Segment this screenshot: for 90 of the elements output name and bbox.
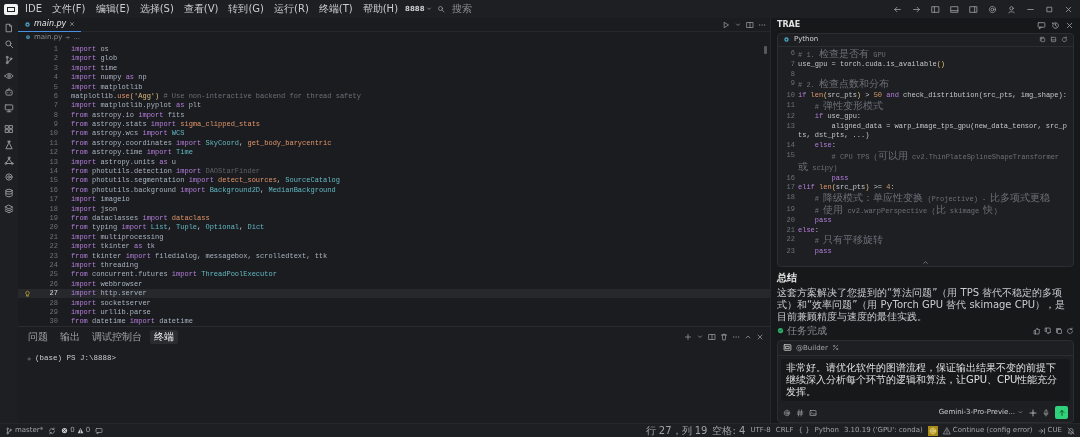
chat-icon[interactable] <box>95 426 104 435</box>
back-icon[interactable] <box>893 4 902 14</box>
menu-item[interactable]: 查看(V) <box>180 2 222 16</box>
warning-icon <box>76 427 84 434</box>
sidebar-toggle-icon[interactable] <box>931 4 940 14</box>
sync-icon[interactable] <box>48 426 57 435</box>
menu-item[interactable]: 编辑(E) <box>92 2 133 16</box>
summary-heading: 总结 <box>777 270 798 285</box>
add-terminal-icon[interactable] <box>684 333 692 342</box>
panel-tab[interactable]: 终端 <box>150 330 178 345</box>
close-icon <box>69 21 76 27</box>
app-label: IDE <box>24 2 43 16</box>
refresh-icon[interactable] <box>1066 326 1074 335</box>
extensions-icon[interactable] <box>4 124 14 134</box>
menu-item[interactable]: 转到(G) <box>225 2 268 16</box>
notifications-off-icon[interactable] <box>1067 426 1075 435</box>
check-icon <box>777 327 784 334</box>
arrow-icon <box>1037 426 1046 435</box>
task-status: 任务完成 <box>787 324 827 338</box>
hash-icon[interactable] <box>796 408 804 417</box>
layers-icon[interactable] <box>4 204 14 214</box>
run-icon[interactable] <box>722 20 730 29</box>
copy-icon[interactable] <box>1039 36 1046 44</box>
explorer-icon[interactable] <box>4 23 14 33</box>
image-icon[interactable] <box>809 408 817 417</box>
panel-tab[interactable]: 输出 <box>56 330 84 345</box>
file-tab[interactable]: main.py <box>18 17 82 32</box>
warning-icon <box>942 426 951 435</box>
error-icon <box>61 427 69 434</box>
close-icon[interactable] <box>756 333 764 342</box>
side-panel-icon[interactable] <box>969 4 978 14</box>
insert-icon[interactable] <box>1050 36 1057 44</box>
thumbs-down-icon[interactable] <box>1044 326 1052 335</box>
split-terminal-icon[interactable] <box>708 333 716 342</box>
ring-icon[interactable] <box>4 172 14 182</box>
status-dot-icon <box>26 355 32 362</box>
monitor-icon[interactable] <box>4 103 14 113</box>
menu-item[interactable]: 文件(F) <box>48 2 89 16</box>
arrow-up-icon <box>1057 408 1066 417</box>
summary-text: 这套方案解决了您提到的“算法问题”（用 TPS 替代不稳定的多项式）和“效率问题”（用 PyTorch GPU 替代 skimage CPU），是目前兼顾精度与速度的最佳实践。 <box>777 286 1067 323</box>
database-icon[interactable] <box>4 188 14 198</box>
send-button[interactable] <box>1055 406 1068 419</box>
status-item[interactable]: 空格: 4 <box>712 423 746 437</box>
caret-icon <box>424 5 433 13</box>
collapse-icon[interactable] <box>922 258 929 266</box>
forward-icon[interactable] <box>912 4 921 14</box>
close-icon[interactable] <box>1065 20 1074 30</box>
maximize-icon[interactable] <box>1045 4 1054 14</box>
status-item[interactable]: 行 27，列 19 <box>645 423 708 437</box>
close-icon[interactable] <box>1064 4 1073 14</box>
mention-icon[interactable] <box>783 408 791 417</box>
panel-toggle-icon[interactable] <box>950 4 959 14</box>
plus-icon[interactable] <box>1029 408 1037 417</box>
panel-title: TRAE <box>777 19 801 32</box>
menu-item[interactable]: 终端(T) <box>315 2 356 16</box>
agent-icon <box>783 343 792 353</box>
apply-icon[interactable] <box>1061 36 1068 44</box>
microphone-icon[interactable] <box>1042 408 1050 417</box>
search-icon <box>436 5 445 13</box>
eye-icon[interactable] <box>4 71 14 81</box>
search-icon[interactable] <box>4 39 14 49</box>
robot-icon[interactable] <box>4 87 14 97</box>
account-icon[interactable] <box>1007 4 1016 14</box>
menu-item[interactable]: 选择(S) <box>136 2 177 16</box>
copy-icon[interactable] <box>1055 326 1063 335</box>
graph-icon[interactable] <box>4 156 14 166</box>
new-chat-icon[interactable] <box>1037 20 1046 30</box>
source-control-icon[interactable] <box>4 55 14 65</box>
menu-item[interactable]: 运行(R) <box>271 2 312 16</box>
gear-icon <box>928 426 937 435</box>
branch-icon <box>5 426 13 435</box>
settings-icon[interactable] <box>988 4 997 14</box>
app-logo <box>4 3 18 15</box>
panel-tab[interactable]: 问题 <box>24 330 52 345</box>
percent-icon <box>831 344 839 352</box>
caret-icon <box>1017 409 1024 416</box>
menu-item[interactable]: 帮助(H) <box>359 2 402 16</box>
split-editor-icon[interactable] <box>746 20 754 29</box>
lightbulb-icon[interactable] <box>23 289 31 297</box>
history-icon[interactable] <box>1051 20 1060 30</box>
python-icon <box>783 36 790 44</box>
search-field[interactable]: 搜索 <box>448 2 475 16</box>
thumbs-up-icon[interactable] <box>1033 326 1041 335</box>
flask-icon[interactable] <box>4 140 14 150</box>
chevron-icon <box>65 34 71 40</box>
extension-status[interactable] <box>927 425 938 436</box>
chat-input[interactable]: 非常好。请优化软件的图谱流程，保证输出结果不变的前提下继续深入分析每个环节的逻辑和算法，让GPU、CPU性能充分发挥。 <box>781 359 1070 401</box>
trash-icon[interactable] <box>720 333 728 342</box>
panel-tab[interactable]: 调试控制台 <box>88 330 146 345</box>
scrollbar-thumb[interactable] <box>764 45 767 54</box>
